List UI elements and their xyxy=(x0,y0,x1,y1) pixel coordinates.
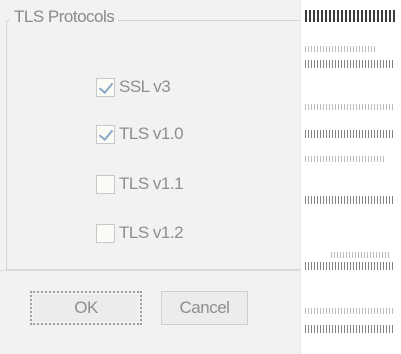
background-window-fragment xyxy=(300,0,401,354)
option-tls-v1-0[interactable]: TLS v1.0 xyxy=(96,122,184,146)
ssl-v3-label: SSL v3 xyxy=(119,77,171,96)
garbled-text xyxy=(305,196,395,204)
garbled-text xyxy=(305,156,385,162)
tls-v1-0-checkbox[interactable] xyxy=(96,124,115,144)
tls-v1-2-label: TLS v1.2 xyxy=(119,223,184,242)
garbled-text xyxy=(305,60,395,68)
group-title: TLS Protocols xyxy=(10,7,119,27)
option-tls-v1-1[interactable]: TLS v1.1 xyxy=(96,172,184,196)
garbled-text xyxy=(331,252,391,258)
garbled-text xyxy=(305,308,395,314)
garbled-text xyxy=(305,262,395,270)
garbled-text xyxy=(305,10,395,22)
cancel-button[interactable]: Cancel xyxy=(161,291,248,325)
option-ssl-v3[interactable]: SSL v3 xyxy=(96,75,171,99)
ok-button[interactable]: OK xyxy=(30,291,142,325)
tls-v1-0-label: TLS v1.0 xyxy=(119,124,184,143)
garbled-text xyxy=(305,325,395,333)
option-tls-v1-2[interactable]: TLS v1.2 xyxy=(96,221,184,245)
footer-separator xyxy=(0,270,300,271)
tls-v1-2-checkbox[interactable] xyxy=(96,223,115,243)
tls-dialog: TLS Protocols SSL v3 TLS v1.0 TLS v1.1 T… xyxy=(0,0,300,354)
tls-v1-1-label: TLS v1.1 xyxy=(119,174,184,193)
garbled-text xyxy=(305,104,395,110)
tls-v1-1-checkbox[interactable] xyxy=(96,174,115,194)
garbled-text xyxy=(305,46,375,52)
ssl-v3-checkbox[interactable] xyxy=(96,77,115,97)
garbled-text xyxy=(305,130,395,138)
